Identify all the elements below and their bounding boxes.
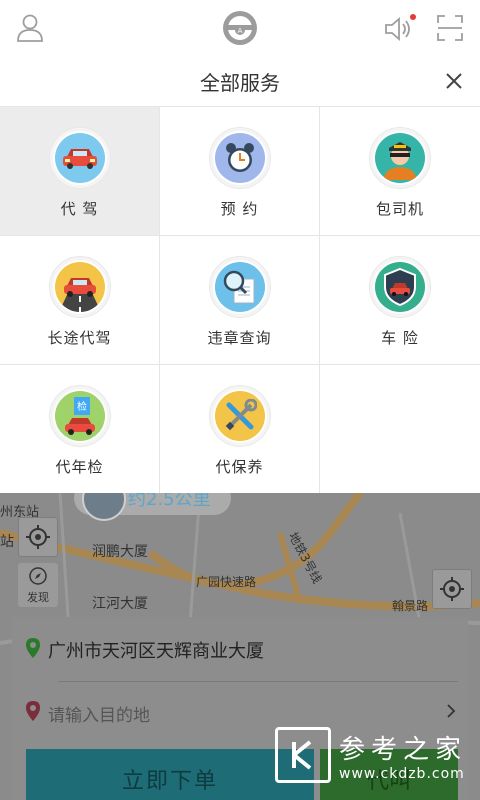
- car-icon: [54, 133, 105, 183]
- watermark-logo-icon: [275, 727, 331, 783]
- discover-label: 发现: [27, 590, 49, 604]
- scan-icon[interactable]: [436, 14, 464, 42]
- service-long-distance[interactable]: 长途代驾: [0, 236, 160, 365]
- wrench-screwdriver-icon: [214, 391, 265, 441]
- close-icon[interactable]: [442, 69, 466, 93]
- service-violation-query[interactable]: 违章查询: [160, 236, 320, 365]
- svg-text:检: 检: [77, 400, 87, 413]
- poi-label: 润鹏大厦: [92, 544, 148, 560]
- service-label: 代年检: [55, 458, 104, 476]
- service-maintenance[interactable]: 代保养: [160, 365, 320, 494]
- service-icon-ring: [208, 385, 271, 447]
- speaker-icon[interactable]: [382, 14, 416, 44]
- poi-label: 江河大厦: [92, 596, 148, 612]
- discover-button[interactable]: 发现: [18, 563, 58, 607]
- service-car-insurance[interactable]: 车 险: [320, 236, 480, 365]
- chauffeur-icon: [375, 133, 425, 183]
- service-annual-inspection[interactable]: 检 代年检: [0, 365, 160, 494]
- top-bar: A: [0, 0, 480, 56]
- service-icon-ring: [208, 256, 271, 318]
- panel-title: 全部服务: [200, 70, 280, 95]
- service-icon-ring: [208, 127, 271, 189]
- divider: [58, 681, 458, 682]
- service-reservation[interactable]: 预 约: [160, 107, 320, 236]
- service-grid: 代 驾 预 约 包司机 长途代驾 违章查询 车 险 检 代年检 代保养: [0, 106, 480, 494]
- user-icon[interactable]: [14, 12, 46, 44]
- service-label: 长途代驾: [47, 329, 112, 347]
- map-label: 站: [0, 534, 14, 550]
- shield-car-icon: [375, 262, 425, 312]
- crosshair-icon[interactable]: [18, 517, 58, 557]
- compass-icon: [28, 566, 48, 589]
- service-icon-ring: 检: [48, 385, 111, 447]
- service-icon-ring: [369, 127, 431, 189]
- distance-bubble: 约2.5公里: [74, 493, 231, 521]
- service-hire-driver[interactable]: 包司机: [320, 107, 480, 236]
- steering-wheel-icon[interactable]: A: [220, 8, 260, 48]
- inspection-icon: 检: [54, 391, 105, 441]
- service-label: 车 险: [381, 329, 419, 347]
- notification-dot: [410, 14, 416, 20]
- service-designated-driver[interactable]: 代 驾: [0, 107, 160, 236]
- service-icon-ring: [48, 256, 111, 318]
- svg-text:A: A: [238, 27, 243, 35]
- order-now-button[interactable]: 立即下单: [26, 749, 314, 800]
- destination-pin-icon: [26, 701, 40, 726]
- road-label: 翰景路: [392, 599, 429, 613]
- watermark-url: www.ckdzb.com: [339, 765, 465, 782]
- destination-input[interactable]: 请输入目的地: [26, 701, 150, 726]
- watermark: 参考之家 www.ckdzb.com: [275, 727, 467, 783]
- service-icon-ring: [369, 256, 431, 318]
- watermark-text: 参考之家: [339, 734, 468, 765]
- service-label: 违章查询: [207, 329, 272, 347]
- magnifier-document-icon: [214, 262, 265, 312]
- all-services-panel: 全部服务 代 驾 预 约 包司机 长途代驾 违章查询 车 险 检 代年检 代保养: [0, 56, 480, 494]
- service-label: 预 约: [220, 200, 259, 218]
- empty-cell: [320, 365, 480, 494]
- service-icon-ring: [48, 127, 111, 189]
- location-pin-icon: [26, 637, 40, 663]
- service-label: 包司机: [375, 200, 424, 218]
- locate-me-icon[interactable]: [432, 569, 472, 609]
- from-address: 广州市天河区天辉商业大厦: [48, 641, 264, 662]
- destination-placeholder: 请输入目的地: [48, 706, 150, 726]
- distance-text: 约2.5公里: [128, 493, 211, 510]
- service-label: 代保养: [215, 458, 264, 476]
- from-address-row[interactable]: 广州市天河区天辉商业大厦: [26, 637, 264, 663]
- alarm-clock-icon: [214, 133, 265, 183]
- service-label: 代 驾: [60, 200, 99, 218]
- chevron-right-icon: [446, 703, 456, 723]
- road-label: 广园快速路: [196, 575, 257, 589]
- road-car-icon: [54, 262, 105, 312]
